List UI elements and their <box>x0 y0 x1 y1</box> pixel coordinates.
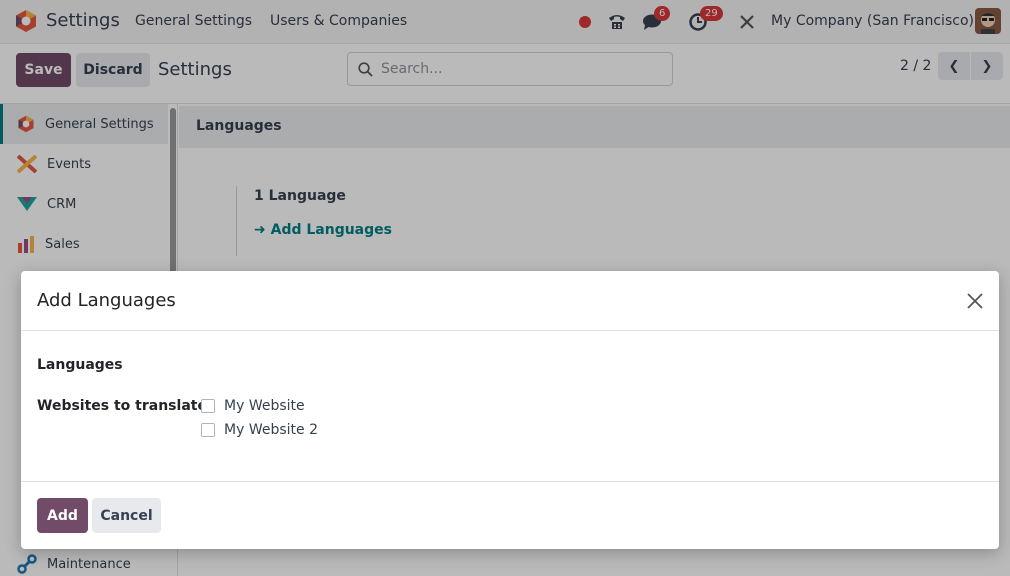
dialog-title: Add Languages <box>37 290 176 311</box>
add-languages-dialog: Add Languages Languages Websites to tran… <box>21 271 999 549</box>
website-option-label: My Website <box>224 398 305 414</box>
add-button[interactable]: Add <box>37 498 88 533</box>
website-option[interactable]: My Website 2 <box>201 422 318 438</box>
dialog-footer: Add Cancel <box>21 481 999 549</box>
websites-field-label: Websites to translate <box>37 398 207 414</box>
website-option[interactable]: My Website <box>201 398 305 414</box>
languages-field-label: Languages <box>37 357 123 373</box>
website-option-label: My Website 2 <box>224 422 318 438</box>
website-checkbox[interactable] <box>201 399 215 413</box>
cancel-button[interactable]: Cancel <box>92 498 161 533</box>
dialog-header: Add Languages <box>21 271 999 331</box>
close-icon[interactable] <box>965 291 985 311</box>
website-checkbox[interactable] <box>201 423 215 437</box>
